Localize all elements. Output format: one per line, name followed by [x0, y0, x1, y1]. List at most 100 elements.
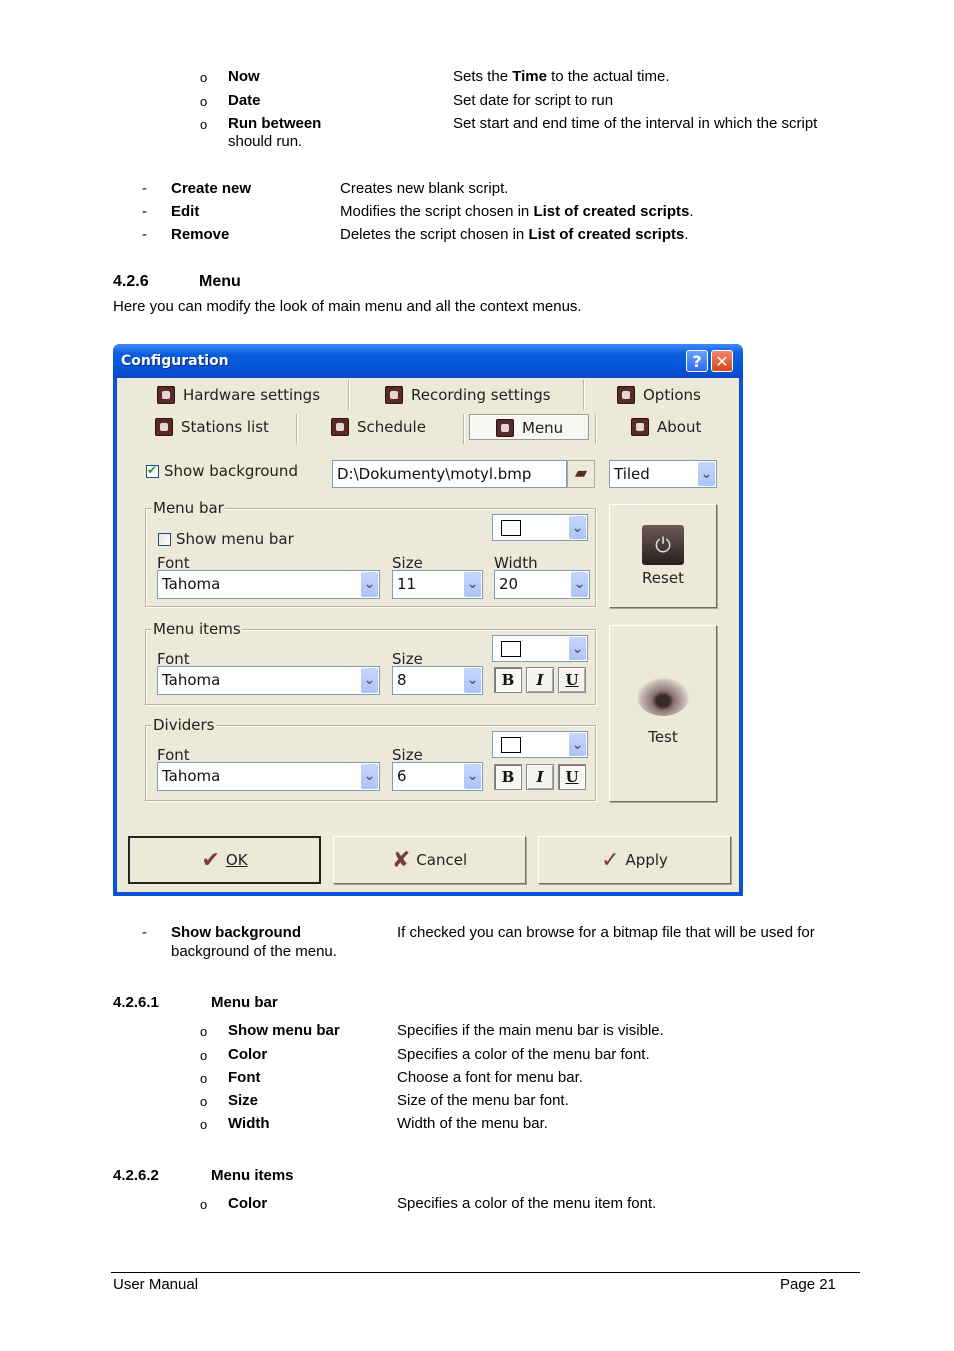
tab-label: Options [643, 386, 701, 404]
tab-stations-list[interactable]: Stations list [155, 414, 269, 440]
width-value: 20 [499, 575, 519, 593]
color-swatch [501, 641, 521, 657]
desc: Choose a font for menu bar. [397, 1069, 583, 1086]
chevron-down-icon[interactable] [361, 764, 378, 789]
chevron-down-icon[interactable] [361, 572, 378, 597]
menu-items-underline-toggle[interactable]: U [558, 667, 586, 693]
apply-button[interactable]: ✓ Apply [538, 836, 731, 884]
browse-folder-button[interactable]: ▰ [567, 460, 595, 488]
background-path-input[interactable]: D:\Dokumenty\motyl.bmp [332, 460, 567, 488]
desc-bold: Time [512, 68, 547, 85]
dividers-size-select[interactable]: 6 [392, 762, 483, 791]
term: Font [228, 1069, 261, 1086]
bullet: o [200, 1024, 208, 1039]
divider [463, 414, 465, 444]
menu-items-size-select[interactable]: 8 [392, 666, 483, 695]
test-button[interactable]: Test [609, 625, 717, 802]
tab-hardware-settings[interactable]: Hardware settings [157, 382, 320, 408]
menu-bar-font-select[interactable]: Tahoma [157, 570, 380, 599]
chevron-down-icon[interactable] [569, 733, 586, 756]
tab-menu[interactable]: Menu [469, 414, 589, 440]
dividers-italic-toggle[interactable]: I [526, 764, 554, 790]
show-menu-bar-checkbox[interactable] [158, 533, 171, 546]
chevron-down-icon[interactable] [569, 516, 586, 539]
subsection-title: Menu items [211, 1167, 294, 1184]
background-mode-select[interactable]: Tiled [609, 460, 717, 488]
footer-left: User Manual [113, 1276, 199, 1293]
section-number: 4.2.6 [113, 273, 149, 290]
section-title: Menu [199, 273, 241, 290]
divider [583, 380, 585, 410]
bullet: o [200, 1117, 208, 1132]
subsection-number: 4.2.6.1 [113, 994, 159, 1011]
desc-create-new: Creates new blank script. [340, 180, 509, 197]
hardware-icon [157, 386, 175, 404]
chevron-down-icon[interactable] [698, 462, 715, 486]
dividers-underline-toggle[interactable]: U [558, 764, 586, 790]
dividers-font-select[interactable]: Tahoma [157, 762, 380, 791]
chevron-down-icon[interactable] [569, 637, 586, 660]
dialog-body: Hardware settings Recording settings Opt… [117, 378, 739, 892]
menu-items-bold-toggle[interactable]: B [494, 667, 522, 693]
waveform-icon [155, 418, 173, 436]
title-bar: Configuration ? ✕ [113, 344, 743, 378]
bullet: o [200, 1048, 208, 1063]
menu-bar-width-select[interactable]: 20 [494, 570, 590, 599]
font-value: Tahoma [162, 671, 221, 689]
menu-items-font-select[interactable]: Tahoma [157, 666, 380, 695]
term: Size [228, 1092, 259, 1109]
bullet: o [200, 1094, 208, 1109]
subsection-title: Menu bar [211, 994, 278, 1011]
desc-edit: Modifies the script chosen in List of cr… [340, 203, 694, 220]
font-value: Tahoma [162, 575, 221, 593]
divider [348, 380, 350, 410]
desc: Specifies if the main menu bar is visibl… [397, 1022, 664, 1039]
show-background-label: Show background [164, 462, 298, 480]
menu-bar-size-select[interactable]: 11 [392, 570, 483, 599]
chevron-down-icon[interactable] [464, 668, 481, 693]
size-value: 6 [397, 767, 407, 785]
dividers-color-select[interactable] [492, 731, 588, 758]
desc-run-between-cont: should run. [228, 133, 303, 150]
chevron-down-icon[interactable] [464, 572, 481, 597]
tab-options[interactable]: Options [617, 382, 701, 408]
menu-icon [496, 419, 514, 437]
close-button[interactable]: ✕ [711, 350, 733, 372]
bullet: o [200, 70, 208, 85]
dash: - [142, 180, 147, 197]
desc: Specifies a color of the menu bar font. [397, 1046, 650, 1063]
desc-text: Sets the [453, 68, 513, 85]
background-mode-value: Tiled [614, 465, 650, 483]
desc: Size of the menu bar font. [397, 1092, 569, 1109]
show-background-checkbox[interactable] [146, 463, 159, 478]
menu-bar-color-select[interactable] [492, 514, 588, 541]
font-value: Tahoma [162, 767, 221, 785]
tab-label: About [657, 418, 702, 436]
tab-schedule[interactable]: Schedule [331, 414, 426, 440]
reset-button[interactable]: ⏻ Reset [609, 504, 717, 608]
desc-bold: List of created scripts [533, 203, 690, 220]
tab-recording-settings[interactable]: Recording settings [385, 382, 551, 408]
cancel-label: Cancel [416, 851, 468, 869]
dash: - [142, 203, 147, 220]
bullet: o [200, 94, 208, 109]
menu-items-color-select[interactable] [492, 635, 588, 662]
term-remove: Remove [171, 226, 230, 243]
ok-button[interactable]: ✔ OK [128, 836, 321, 884]
desc-text: to the actual time. [546, 68, 670, 85]
chevron-down-icon[interactable] [571, 572, 588, 597]
bullet: o [200, 117, 208, 132]
chevron-down-icon[interactable] [464, 764, 481, 789]
menu-items-italic-toggle[interactable]: I [526, 667, 554, 693]
dash: - [142, 226, 147, 243]
term-date: Date [228, 92, 261, 109]
help-button[interactable]: ? [686, 350, 708, 372]
tab-about[interactable]: About [631, 414, 701, 440]
term: Color [228, 1046, 268, 1063]
dividers-bold-toggle[interactable]: B [494, 764, 522, 790]
cancel-button[interactable]: ✘ Cancel [333, 836, 526, 884]
footer-divider [111, 1272, 860, 1273]
group-title: Menu items [152, 620, 242, 638]
size-value: 11 [397, 575, 417, 593]
chevron-down-icon[interactable] [361, 668, 378, 693]
